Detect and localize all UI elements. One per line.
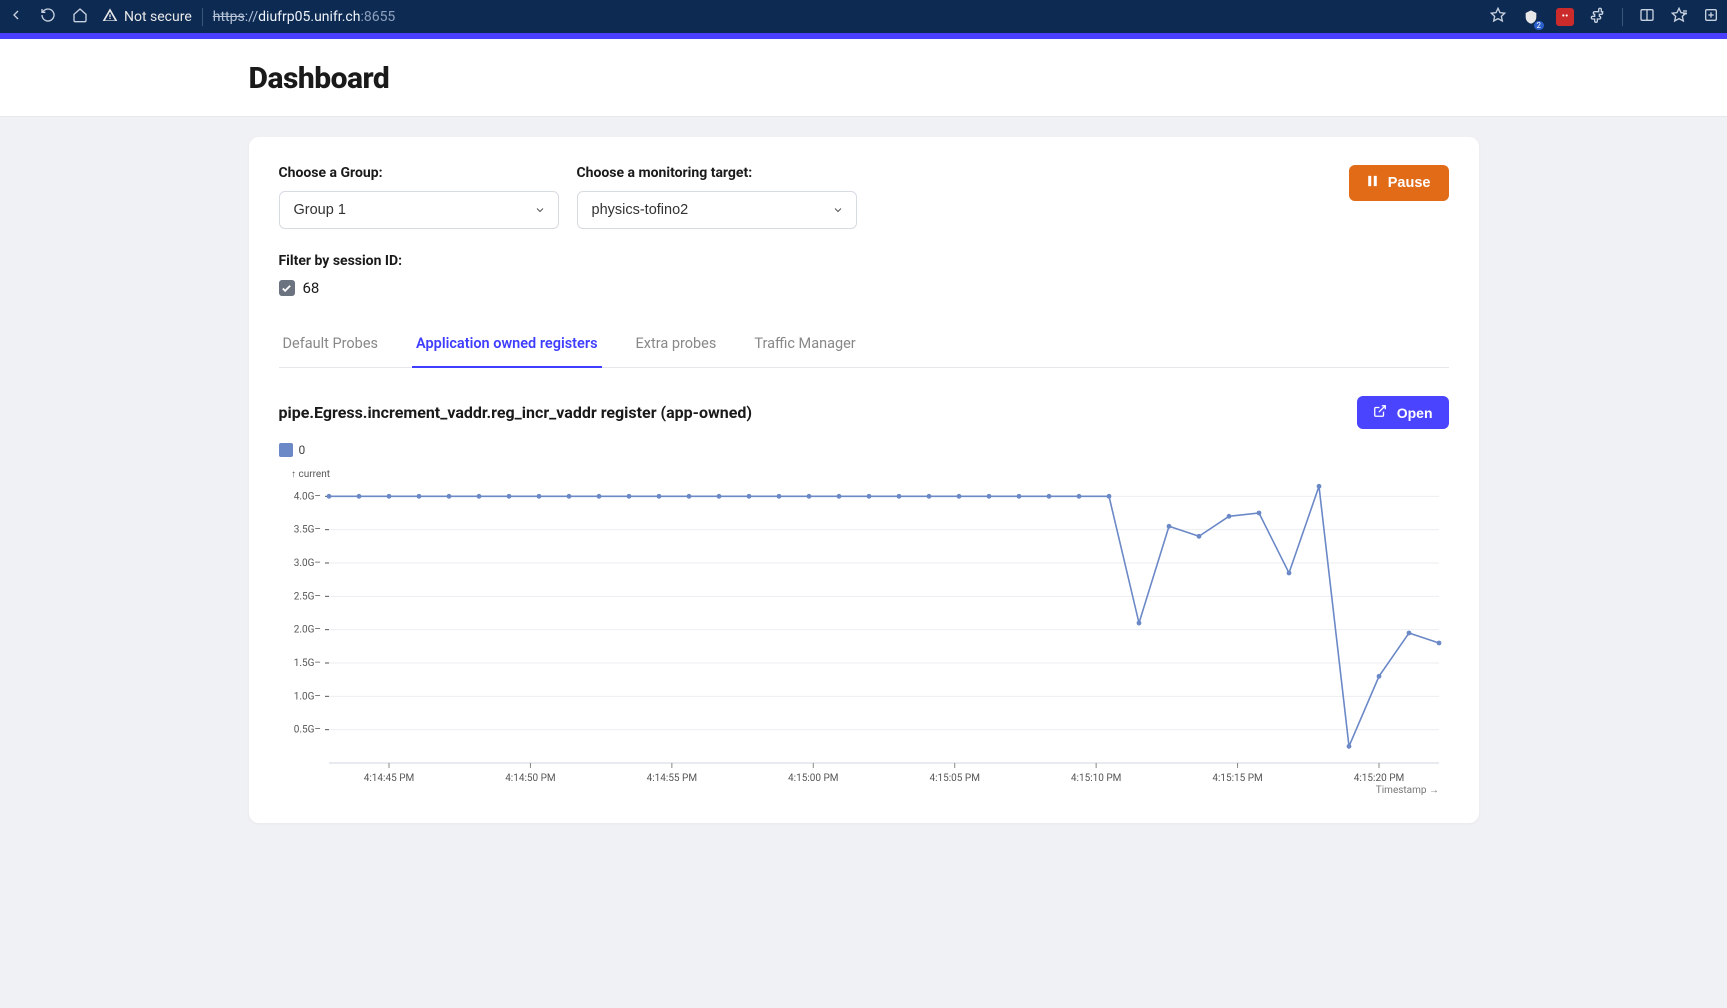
home-icon[interactable] <box>72 7 88 27</box>
svg-text:Timestamp →: Timestamp → <box>1375 785 1438 796</box>
svg-text:2.0G–: 2.0G– <box>293 625 320 636</box>
chart-legend: 0 <box>279 443 1449 457</box>
url-text: https://diufrp05.unifr.ch:8655 <box>213 9 396 25</box>
security-label: Not secure <box>124 9 192 25</box>
extensions-icon[interactable] <box>1590 7 1606 27</box>
address-bar[interactable]: Not secure https://diufrp05.unifr.ch:865… <box>102 7 1476 27</box>
group-select[interactable]: Group 1 <box>279 191 559 229</box>
svg-text:4:15:10 PM: 4:15:10 PM <box>1070 773 1120 784</box>
svg-text:1.5G–: 1.5G– <box>293 658 320 669</box>
browser-toolbar: Not secure https://diufrp05.unifr.ch:865… <box>0 0 1727 33</box>
svg-text:4:15:15 PM: 4:15:15 PM <box>1212 773 1262 784</box>
filter-label: Filter by session ID: <box>279 253 1449 269</box>
svg-text:4:14:55 PM: 4:14:55 PM <box>646 773 696 784</box>
back-icon[interactable] <box>8 7 24 27</box>
page-header: Dashboard <box>0 39 1727 117</box>
chart: ↑ current 0.5G– 1.0G– 1.5G– 2.0G– 2.5G– 3.0G– 3… <box>279 463 1449 803</box>
legend-swatch <box>279 443 293 457</box>
svg-text:2.5G–: 2.5G– <box>293 591 320 602</box>
tab-traffic-manager[interactable]: Traffic Manager <box>750 323 859 367</box>
dashboard-card: Choose a Group: Group 1 Choose a monitor… <box>249 137 1479 823</box>
svg-text:3.0G–: 3.0G– <box>293 558 320 569</box>
warning-icon <box>102 7 118 27</box>
svg-text:3.5G–: 3.5G– <box>293 525 320 536</box>
svg-text:4.0G–: 4.0G– <box>293 491 320 502</box>
session-id-value: 68 <box>303 279 320 297</box>
target-select[interactable]: physics-tofino2 <box>577 191 857 229</box>
refresh-icon[interactable] <box>40 7 56 27</box>
extension-mendeley-icon[interactable]: •• <box>1556 8 1574 26</box>
pause-icon <box>1367 175 1378 191</box>
divider <box>202 8 203 26</box>
tabs: Default Probes Application owned registe… <box>279 323 1449 368</box>
line-chart: ↑ current 0.5G– 1.0G– 1.5G– 2.0G– 2.5G– 3.0G– 3… <box>279 463 1449 803</box>
svg-text:4:15:00 PM: 4:15:00 PM <box>788 773 838 784</box>
tab-default-probes[interactable]: Default Probes <box>279 323 383 367</box>
svg-text:4:15:05 PM: 4:15:05 PM <box>929 773 979 784</box>
favorites-list-icon[interactable] <box>1671 7 1687 27</box>
extension-shield-icon[interactable]: 2 <box>1522 8 1540 26</box>
pause-label: Pause <box>1388 175 1431 191</box>
pause-button[interactable]: Pause <box>1349 165 1449 201</box>
favorite-icon[interactable] <box>1490 7 1506 27</box>
target-label: Choose a monitoring target: <box>577 165 857 181</box>
checkbox-checked-icon[interactable] <box>279 280 295 296</box>
tab-extra-probes[interactable]: Extra probes <box>632 323 721 367</box>
svg-text:4:14:45 PM: 4:14:45 PM <box>363 773 413 784</box>
svg-text:4:15:20 PM: 4:15:20 PM <box>1353 773 1403 784</box>
session-filter-item[interactable]: 68 <box>279 279 1449 297</box>
legend-label: 0 <box>299 443 306 457</box>
collections-icon[interactable] <box>1703 7 1719 27</box>
external-link-icon <box>1373 404 1387 421</box>
page-title: Dashboard <box>249 61 1479 96</box>
svg-text:4:14:50 PM: 4:14:50 PM <box>505 773 555 784</box>
open-label: Open <box>1397 405 1433 421</box>
open-button[interactable]: Open <box>1357 396 1449 429</box>
tab-app-owned-registers[interactable]: Application owned registers <box>412 323 602 368</box>
svg-text:0.5G–: 0.5G– <box>293 725 320 736</box>
svg-text:↑ current: ↑ current <box>291 469 330 480</box>
split-screen-icon[interactable] <box>1639 7 1655 27</box>
divider <box>1622 8 1623 26</box>
chart-title: pipe.Egress.increment_vaddr.reg_incr_vad… <box>279 403 753 422</box>
svg-text:1.0G–: 1.0G– <box>293 691 320 702</box>
group-label: Choose a Group: <box>279 165 559 181</box>
